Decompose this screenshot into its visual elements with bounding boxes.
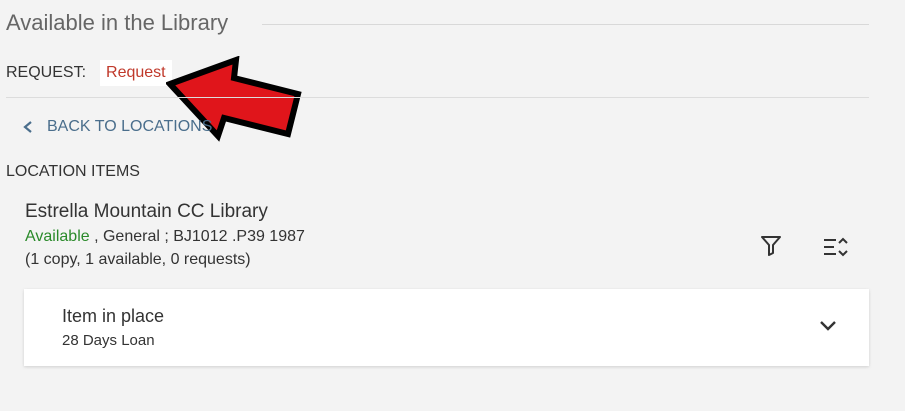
chevron-left-icon (23, 121, 32, 133)
sort-button[interactable] (821, 232, 851, 262)
chevron-down-icon[interactable] (818, 319, 838, 333)
filter-button[interactable] (756, 230, 786, 260)
availability-status: Available (25, 228, 90, 245)
section-title: Available in the Library (6, 10, 229, 35)
item-policy: 28 Days Loan (62, 332, 155, 349)
filter-icon (761, 236, 781, 256)
request-label: REQUEST: (6, 64, 87, 81)
availability-line: Available , General ; BJ1012 .P39 1987 (25, 228, 305, 246)
section-divider (6, 97, 869, 98)
request-row: REQUEST: Request (6, 58, 172, 88)
location-items-heading: LOCATION ITEMS (6, 163, 140, 180)
item-status: Item in place (62, 306, 165, 326)
back-to-locations-link[interactable]: BACK TO LOCATIONS (22, 118, 212, 136)
request-link[interactable]: Request (100, 60, 172, 86)
sort-icon (824, 237, 848, 257)
item-card[interactable]: Item in place 28 Days Loan (24, 289, 869, 366)
copies-summary: (1 copy, 1 available, 0 requests) (25, 251, 251, 268)
back-link-label: BACK TO LOCATIONS (47, 118, 213, 135)
library-name: Estrella Mountain CC Library (25, 201, 268, 222)
location-details: , General ; BJ1012 .P39 1987 (89, 228, 305, 245)
title-divider (262, 24, 869, 25)
